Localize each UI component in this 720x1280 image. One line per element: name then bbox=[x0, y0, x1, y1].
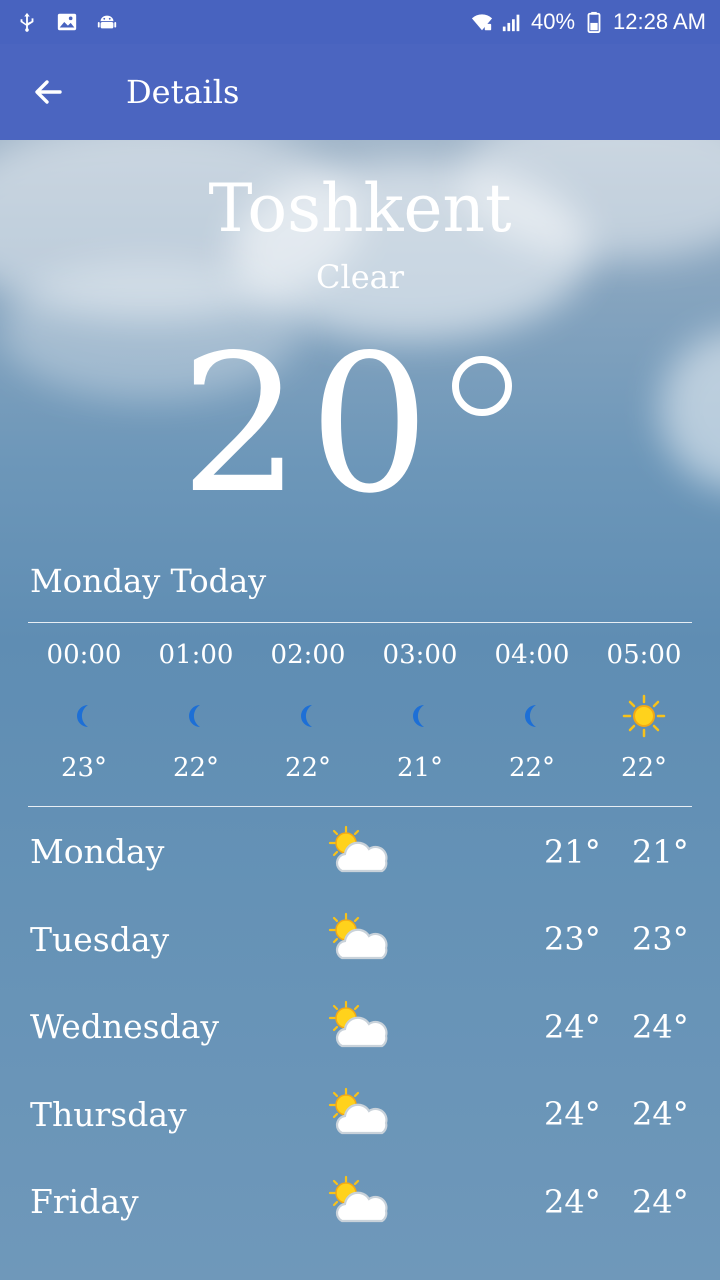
partly-cloudy-icon bbox=[328, 1088, 388, 1135]
day-name: Friday bbox=[30, 1182, 139, 1222]
hour-item: 00:00 23° bbox=[28, 640, 140, 783]
sun-icon bbox=[622, 694, 666, 738]
hour-time: 01:00 bbox=[158, 640, 234, 670]
hour-temp: 23° bbox=[60, 753, 108, 783]
hour-time: 00:00 bbox=[46, 640, 122, 670]
day-min-temp: 21° bbox=[632, 832, 689, 871]
hour-temp: 22° bbox=[508, 753, 556, 783]
page-title: Details bbox=[126, 73, 240, 111]
day-max-temp: 21° bbox=[544, 832, 601, 871]
moon-icon bbox=[189, 705, 200, 727]
day-name: Monday bbox=[30, 832, 165, 872]
hour-temp: 22° bbox=[284, 753, 332, 783]
hour-temp: 22° bbox=[172, 753, 220, 783]
day-min-temp: 24° bbox=[632, 1095, 689, 1134]
divider-top bbox=[28, 622, 692, 623]
hour-item: 03:00 21° bbox=[364, 640, 476, 783]
moon-icon bbox=[301, 705, 312, 727]
moon-icon bbox=[525, 705, 536, 727]
weather-condition: Clear bbox=[315, 258, 405, 296]
clock: 12:28 AM bbox=[613, 9, 706, 34]
partly-cloudy-icon bbox=[328, 913, 388, 960]
signal-icon bbox=[502, 14, 520, 32]
image-icon bbox=[57, 13, 77, 31]
hour-time: 02:00 bbox=[270, 640, 346, 670]
today-label: Monday Today bbox=[30, 562, 267, 600]
android-icon bbox=[97, 15, 117, 29]
moon-icon bbox=[77, 705, 88, 727]
list-item: Tuesday 23° 23° bbox=[0, 896, 720, 984]
day-name: Thursday bbox=[30, 1094, 187, 1134]
hour-time: 05:00 bbox=[606, 640, 682, 670]
hour-item: 04:00 22° bbox=[476, 640, 588, 783]
day-max-temp: 24° bbox=[544, 1182, 601, 1221]
day-max-temp: 24° bbox=[544, 1095, 601, 1134]
current-temperature: 20 bbox=[180, 314, 438, 535]
daily-forecast[interactable]: Monday 21° 21° Tuesday 23° 23° Wednesday… bbox=[0, 808, 720, 1246]
hour-item: 02:00 22° bbox=[252, 640, 364, 783]
list-item: Thursday 24° 24° bbox=[0, 1071, 720, 1159]
list-item: Friday 24° 24° bbox=[0, 1158, 720, 1246]
hour-time: 04:00 bbox=[494, 640, 570, 670]
day-max-temp: 23° bbox=[544, 920, 601, 959]
back-button[interactable] bbox=[0, 44, 96, 140]
hour-time: 03:00 bbox=[382, 640, 458, 670]
partly-cloudy-icon bbox=[328, 1175, 388, 1222]
hour-item: 05:00 22° bbox=[588, 640, 700, 783]
day-name: Wednesday bbox=[30, 1007, 220, 1047]
moon-icon bbox=[413, 705, 424, 727]
battery-icon bbox=[587, 11, 601, 33]
partly-cloudy-icon bbox=[328, 825, 388, 872]
hour-temp: 22° bbox=[620, 753, 668, 783]
hourly-forecast[interactable]: 00:00 23° 01:00 22° 02:00 22° 03:00 21° … bbox=[28, 640, 700, 783]
day-min-temp: 24° bbox=[632, 1007, 689, 1046]
wifi-icon bbox=[471, 14, 493, 31]
hour-temp: 21° bbox=[396, 753, 444, 783]
list-item: Wednesday 24° 24° bbox=[0, 983, 720, 1071]
hour-item: 01:00 22° bbox=[140, 640, 252, 783]
battery-percent: 40% bbox=[531, 9, 576, 34]
degree-symbol bbox=[452, 356, 512, 416]
partly-cloudy-icon bbox=[328, 1000, 388, 1047]
divider-bottom bbox=[28, 806, 692, 807]
day-name: Tuesday bbox=[30, 919, 170, 959]
app-bar: Details bbox=[0, 44, 720, 140]
usb-icon bbox=[20, 12, 34, 32]
day-max-temp: 24° bbox=[544, 1007, 601, 1046]
list-item: Monday 21° 21° bbox=[0, 808, 720, 896]
day-min-temp: 23° bbox=[632, 920, 689, 959]
day-min-temp: 24° bbox=[632, 1182, 689, 1221]
arrow-back-icon bbox=[35, 80, 62, 104]
status-bar: 40% 12:28 AM bbox=[0, 0, 720, 44]
city-name: Toshkent bbox=[208, 170, 512, 247]
